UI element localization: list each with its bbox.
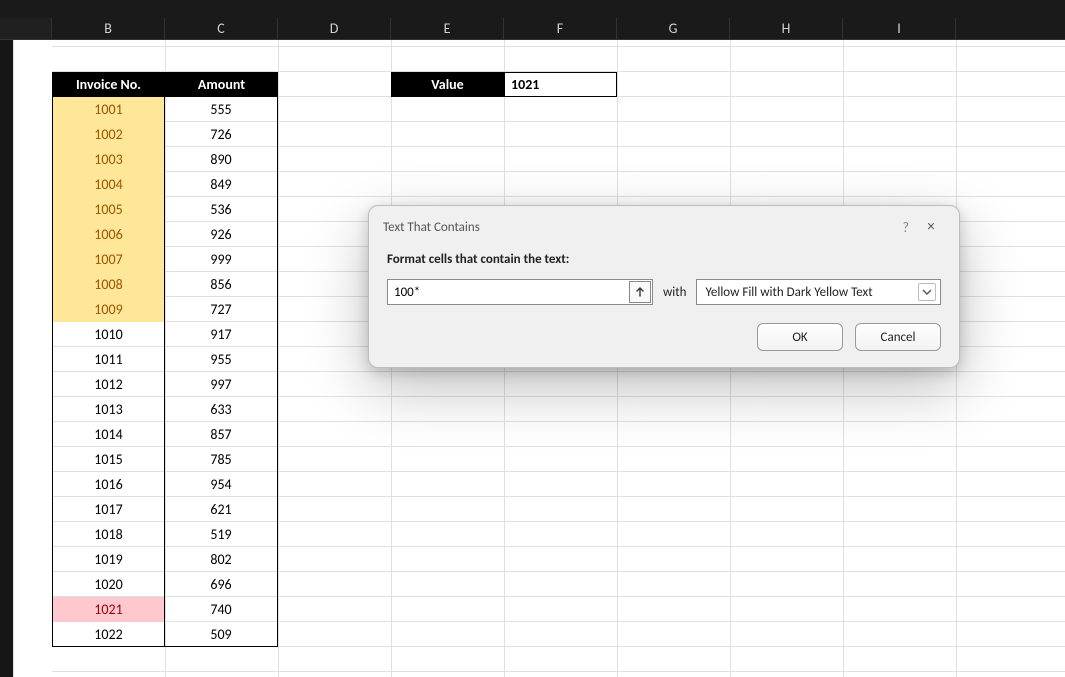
amount-cell[interactable]: 802	[165, 547, 278, 572]
amount-cell[interactable]: 926	[165, 222, 278, 247]
column-header-C[interactable]: C	[165, 18, 278, 39]
amount-cell[interactable]: 954	[165, 472, 278, 497]
column-header-D[interactable]: D	[278, 18, 391, 39]
invoice-cell[interactable]: 1016	[52, 472, 165, 497]
value-label[interactable]: Value	[391, 72, 504, 97]
amount-cell[interactable]: 621	[165, 497, 278, 522]
ok-button[interactable]: OK	[757, 323, 843, 351]
column-header-G[interactable]: G	[617, 18, 730, 39]
invoice-cell[interactable]: 1022	[52, 622, 165, 647]
amount-cell[interactable]: 785	[165, 447, 278, 472]
amount-cell[interactable]: 999	[165, 247, 278, 272]
chevron-down-icon	[918, 283, 936, 301]
column-header-E[interactable]: E	[391, 18, 504, 39]
contains-text-input[interactable]	[387, 279, 653, 305]
invoice-cell[interactable]: 1012	[52, 372, 165, 397]
invoice-cell[interactable]: 1001	[52, 97, 165, 122]
amount-cell[interactable]: 726	[165, 122, 278, 147]
invoice-cell[interactable]: 1006	[52, 222, 165, 247]
invoice-cell[interactable]: 1008	[52, 272, 165, 297]
formula-bar-strip	[0, 0, 1065, 18]
header-amount[interactable]: Amount	[165, 72, 278, 97]
invoice-cell[interactable]: 1014	[52, 422, 165, 447]
amount-cell[interactable]: 519	[165, 522, 278, 547]
amount-cell[interactable]: 857	[165, 422, 278, 447]
column-header-row: BCDEFGHI	[0, 18, 1065, 40]
invoice-cell[interactable]: 1011	[52, 347, 165, 372]
text-that-contains-dialog: Text That Contains ? × Format cells that…	[368, 205, 960, 368]
cancel-button[interactable]: Cancel	[855, 323, 941, 351]
amount-cell[interactable]: 997	[165, 372, 278, 397]
amount-cell[interactable]: 955	[165, 347, 278, 372]
invoice-cell[interactable]: 1018	[52, 522, 165, 547]
invoice-cell[interactable]: 1013	[52, 397, 165, 422]
invoice-cell[interactable]: 1020	[52, 572, 165, 597]
with-label: with	[663, 285, 686, 300]
amount-cell[interactable]: 917	[165, 322, 278, 347]
invoice-cell[interactable]: 1021	[52, 597, 165, 622]
header-invoice[interactable]: Invoice No.	[52, 72, 165, 97]
dialog-prompt: Format cells that contain the text:	[387, 252, 941, 267]
amount-cell[interactable]: 740	[165, 597, 278, 622]
invoice-cell[interactable]: 1009	[52, 297, 165, 322]
close-icon[interactable]: ×	[917, 216, 945, 238]
amount-cell[interactable]: 856	[165, 272, 278, 297]
format-style-value: Yellow Fill with Dark Yellow Text	[705, 285, 872, 300]
amount-cell[interactable]: 849	[165, 172, 278, 197]
invoice-cell[interactable]: 1007	[52, 247, 165, 272]
select-all-corner[interactable]	[0, 18, 52, 39]
format-style-select[interactable]: Yellow Fill with Dark Yellow Text	[696, 279, 941, 305]
invoice-cell[interactable]: 1019	[52, 547, 165, 572]
invoice-cell[interactable]: 1002	[52, 122, 165, 147]
app-root: BCDEFGHI Invoice No.Amount10015551002726…	[0, 0, 1065, 677]
column-header-B[interactable]: B	[52, 18, 165, 39]
amount-cell[interactable]: 890	[165, 147, 278, 172]
dialog-title: Text That Contains	[383, 220, 480, 235]
amount-cell[interactable]: 509	[165, 622, 278, 647]
value-cell[interactable]: 1021	[504, 72, 617, 97]
range-selector-icon[interactable]	[629, 281, 651, 303]
invoice-cell[interactable]: 1004	[52, 172, 165, 197]
invoice-cell[interactable]: 1003	[52, 147, 165, 172]
column-header-H[interactable]: H	[730, 18, 843, 39]
amount-cell[interactable]: 536	[165, 197, 278, 222]
amount-cell[interactable]: 633	[165, 397, 278, 422]
amount-cell[interactable]: 727	[165, 297, 278, 322]
column-header-I[interactable]: I	[843, 18, 956, 39]
invoice-cell[interactable]: 1017	[52, 497, 165, 522]
help-icon[interactable]: ?	[895, 219, 918, 236]
invoice-cell[interactable]: 1010	[52, 322, 165, 347]
amount-cell[interactable]: 696	[165, 572, 278, 597]
amount-cell[interactable]: 555	[165, 97, 278, 122]
column-header-F[interactable]: F	[504, 18, 617, 39]
invoice-cell[interactable]: 1015	[52, 447, 165, 472]
invoice-cell[interactable]: 1005	[52, 197, 165, 222]
